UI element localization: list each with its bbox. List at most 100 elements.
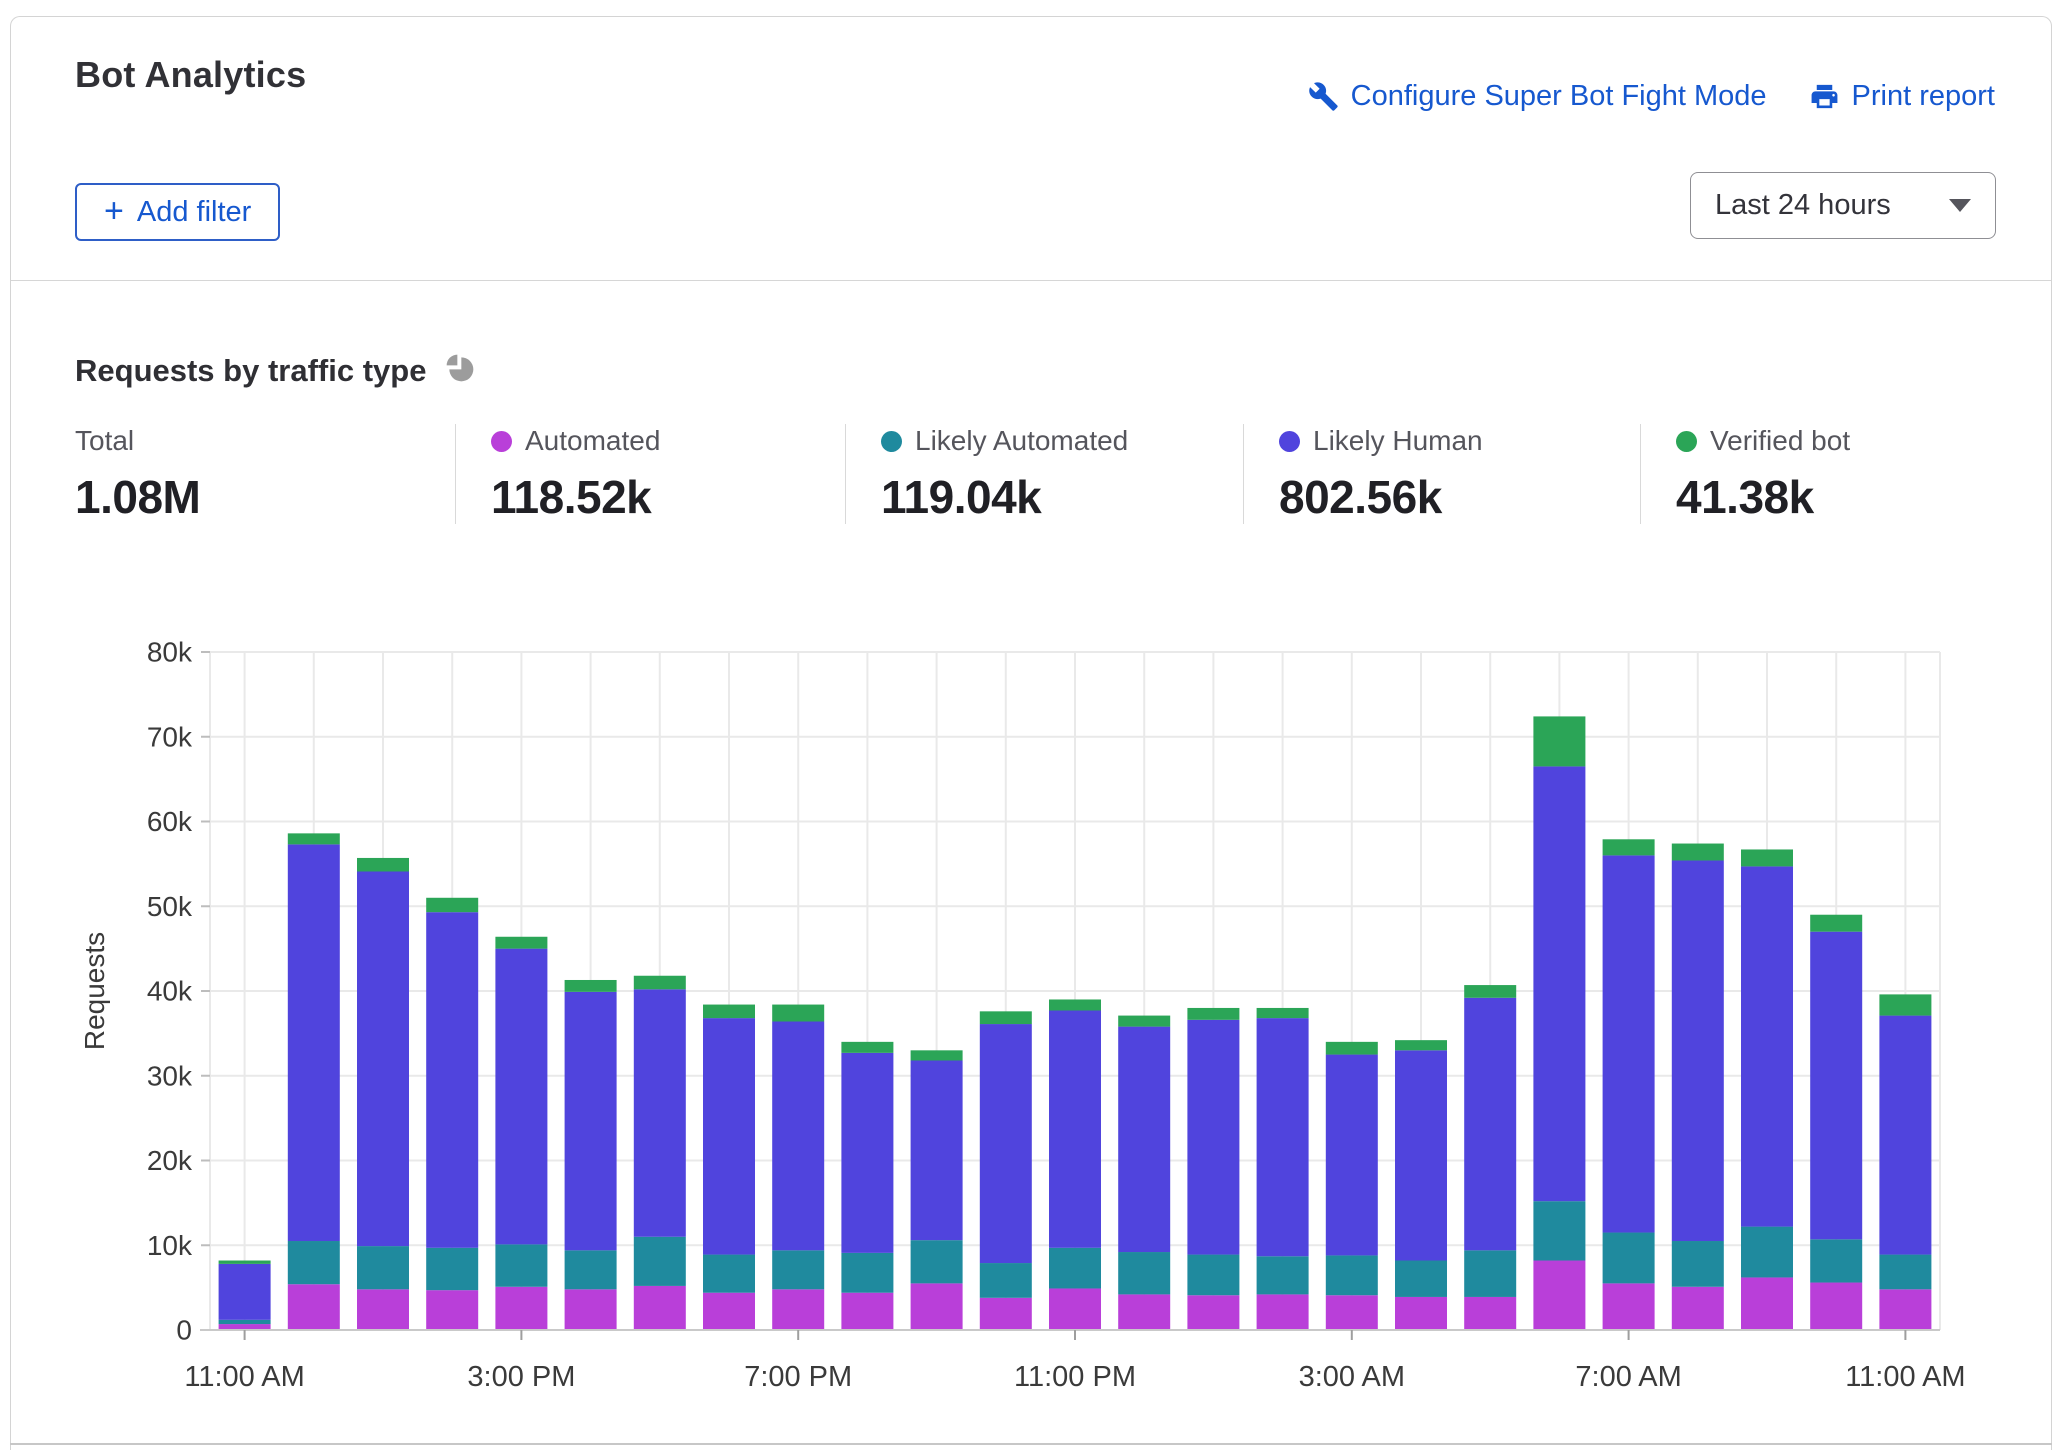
bar-segment [1672,1241,1724,1287]
bar-segment [1257,1294,1309,1330]
bar-segment [357,872,409,1247]
add-filter-button[interactable]: + Add filter [75,183,280,241]
bar-segment [1464,1250,1516,1297]
y-tick-label: 20k [147,1145,193,1176]
bar-segment [1326,1042,1378,1055]
bar-segment [1603,1283,1655,1330]
bar-segment [1326,1255,1378,1295]
requests-by-traffic-type-chart: 010k20k30k40k50k60k70k80k11:00 AM3:00 PM… [60,630,2000,1420]
bar-segment [1464,1297,1516,1330]
bar-segment [1464,985,1516,998]
bar-segment [426,1290,478,1330]
bar-segment [1603,1233,1655,1284]
timeframe-selected-value: Last 24 hours [1715,189,1891,222]
stat-value: 1.08M [75,470,425,524]
bar-segment [1741,1227,1793,1278]
add-filter-label: Add filter [137,196,251,229]
bar-segment [1741,866,1793,1226]
legend-dot [881,431,902,452]
bar-segment [1118,1016,1170,1027]
bar-segment [1533,766,1585,1201]
legend-dot [1676,431,1697,452]
bar-segment [1464,998,1516,1251]
bar-segment [565,1250,617,1289]
bar-segment [1603,855,1655,1232]
bar-segment [1187,1295,1239,1330]
x-tick-label: 11:00 PM [1014,1361,1136,1393]
bar-segment [495,937,547,949]
y-tick-label: 70k [147,721,193,752]
bar-segment [1741,1277,1793,1330]
stat-label: Total [75,425,134,457]
y-tick-label: 40k [147,976,193,1007]
bar-segment [1326,1295,1378,1330]
bar-segment [357,1289,409,1330]
stat-automated: Automated118.52k [455,424,845,524]
bar-segment [1533,1201,1585,1260]
bar-segment [1187,1255,1239,1296]
bar-segment [1810,932,1862,1240]
y-tick-label: 80k [147,637,193,668]
bar-segment [1395,1261,1447,1297]
y-axis-title: Requests [79,932,110,1050]
timeframe-dropdown[interactable]: Last 24 hours [1690,172,1996,239]
bar-segment [565,992,617,1250]
bar-segment [634,976,686,990]
bar-segment [703,1018,755,1254]
section-title: Requests by traffic type [75,353,426,389]
bar-segment [980,1263,1032,1298]
bar-segment [841,1053,893,1253]
bar-segment [841,1042,893,1053]
bar-segment [1603,839,1655,855]
bar-segment [1810,1239,1862,1282]
bar-segment [980,1011,1032,1024]
bar-segment [1049,1248,1101,1289]
chevron-down-icon [1949,199,1971,212]
bar-segment [634,1237,686,1286]
bar-segment [1810,1283,1862,1330]
bar-segment [1257,1256,1309,1294]
bar-segment [1257,1008,1309,1018]
bar-segment [1879,1255,1931,1290]
print-report-link[interactable]: Print report [1809,80,1995,113]
bar-segment [1049,1288,1101,1330]
x-axis-title: Time (local) [1002,1417,1147,1420]
bar-segment [911,1050,963,1060]
bar-segment [426,1248,478,1290]
bar-segment [703,1293,755,1330]
stat-value: 119.04k [881,470,1213,524]
stat-label: Verified bot [1710,425,1850,457]
bar-segment [772,1022,824,1251]
bar-segment [219,1264,271,1320]
x-tick-label: 3:00 AM [1299,1361,1405,1393]
bar-segment [1672,860,1724,1241]
bar-segment [1187,1008,1239,1020]
bar-segment [219,1320,271,1324]
bar-segment [357,1246,409,1289]
x-tick-label: 11:00 AM [1845,1361,1965,1393]
configure-link-label: Configure Super Bot Fight Mode [1351,80,1767,113]
y-tick-label: 0 [176,1315,192,1346]
bar-segment [1672,1287,1724,1330]
bar-segment [1187,1020,1239,1255]
bar-segment [426,912,478,1248]
bar-segment [495,949,547,1245]
bar-segment [1395,1040,1447,1050]
stacked-bar-chart: 010k20k30k40k50k60k70k80k11:00 AM3:00 PM… [60,630,2000,1420]
bar-segment [980,1298,1032,1330]
bar-segment [219,1261,271,1264]
bar-segment [980,1024,1032,1263]
x-tick-label: 3:00 PM [467,1361,575,1393]
stat-likely-automated: Likely Automated119.04k [845,424,1243,524]
printer-icon [1809,81,1840,112]
bar-segment [1395,1050,1447,1260]
bar-segment [1879,1289,1931,1330]
bar-segment [495,1244,547,1286]
header-actions: Configure Super Bot Fight Mode Print rep… [1308,80,1995,113]
bar-segment [911,1283,963,1330]
y-tick-label: 30k [147,1060,193,1091]
stat-value: 118.52k [491,470,815,524]
bar-segment [426,898,478,912]
stat-total: Total 1.08M [75,424,455,524]
configure-super-bot-fight-mode-link[interactable]: Configure Super Bot Fight Mode [1308,80,1767,113]
